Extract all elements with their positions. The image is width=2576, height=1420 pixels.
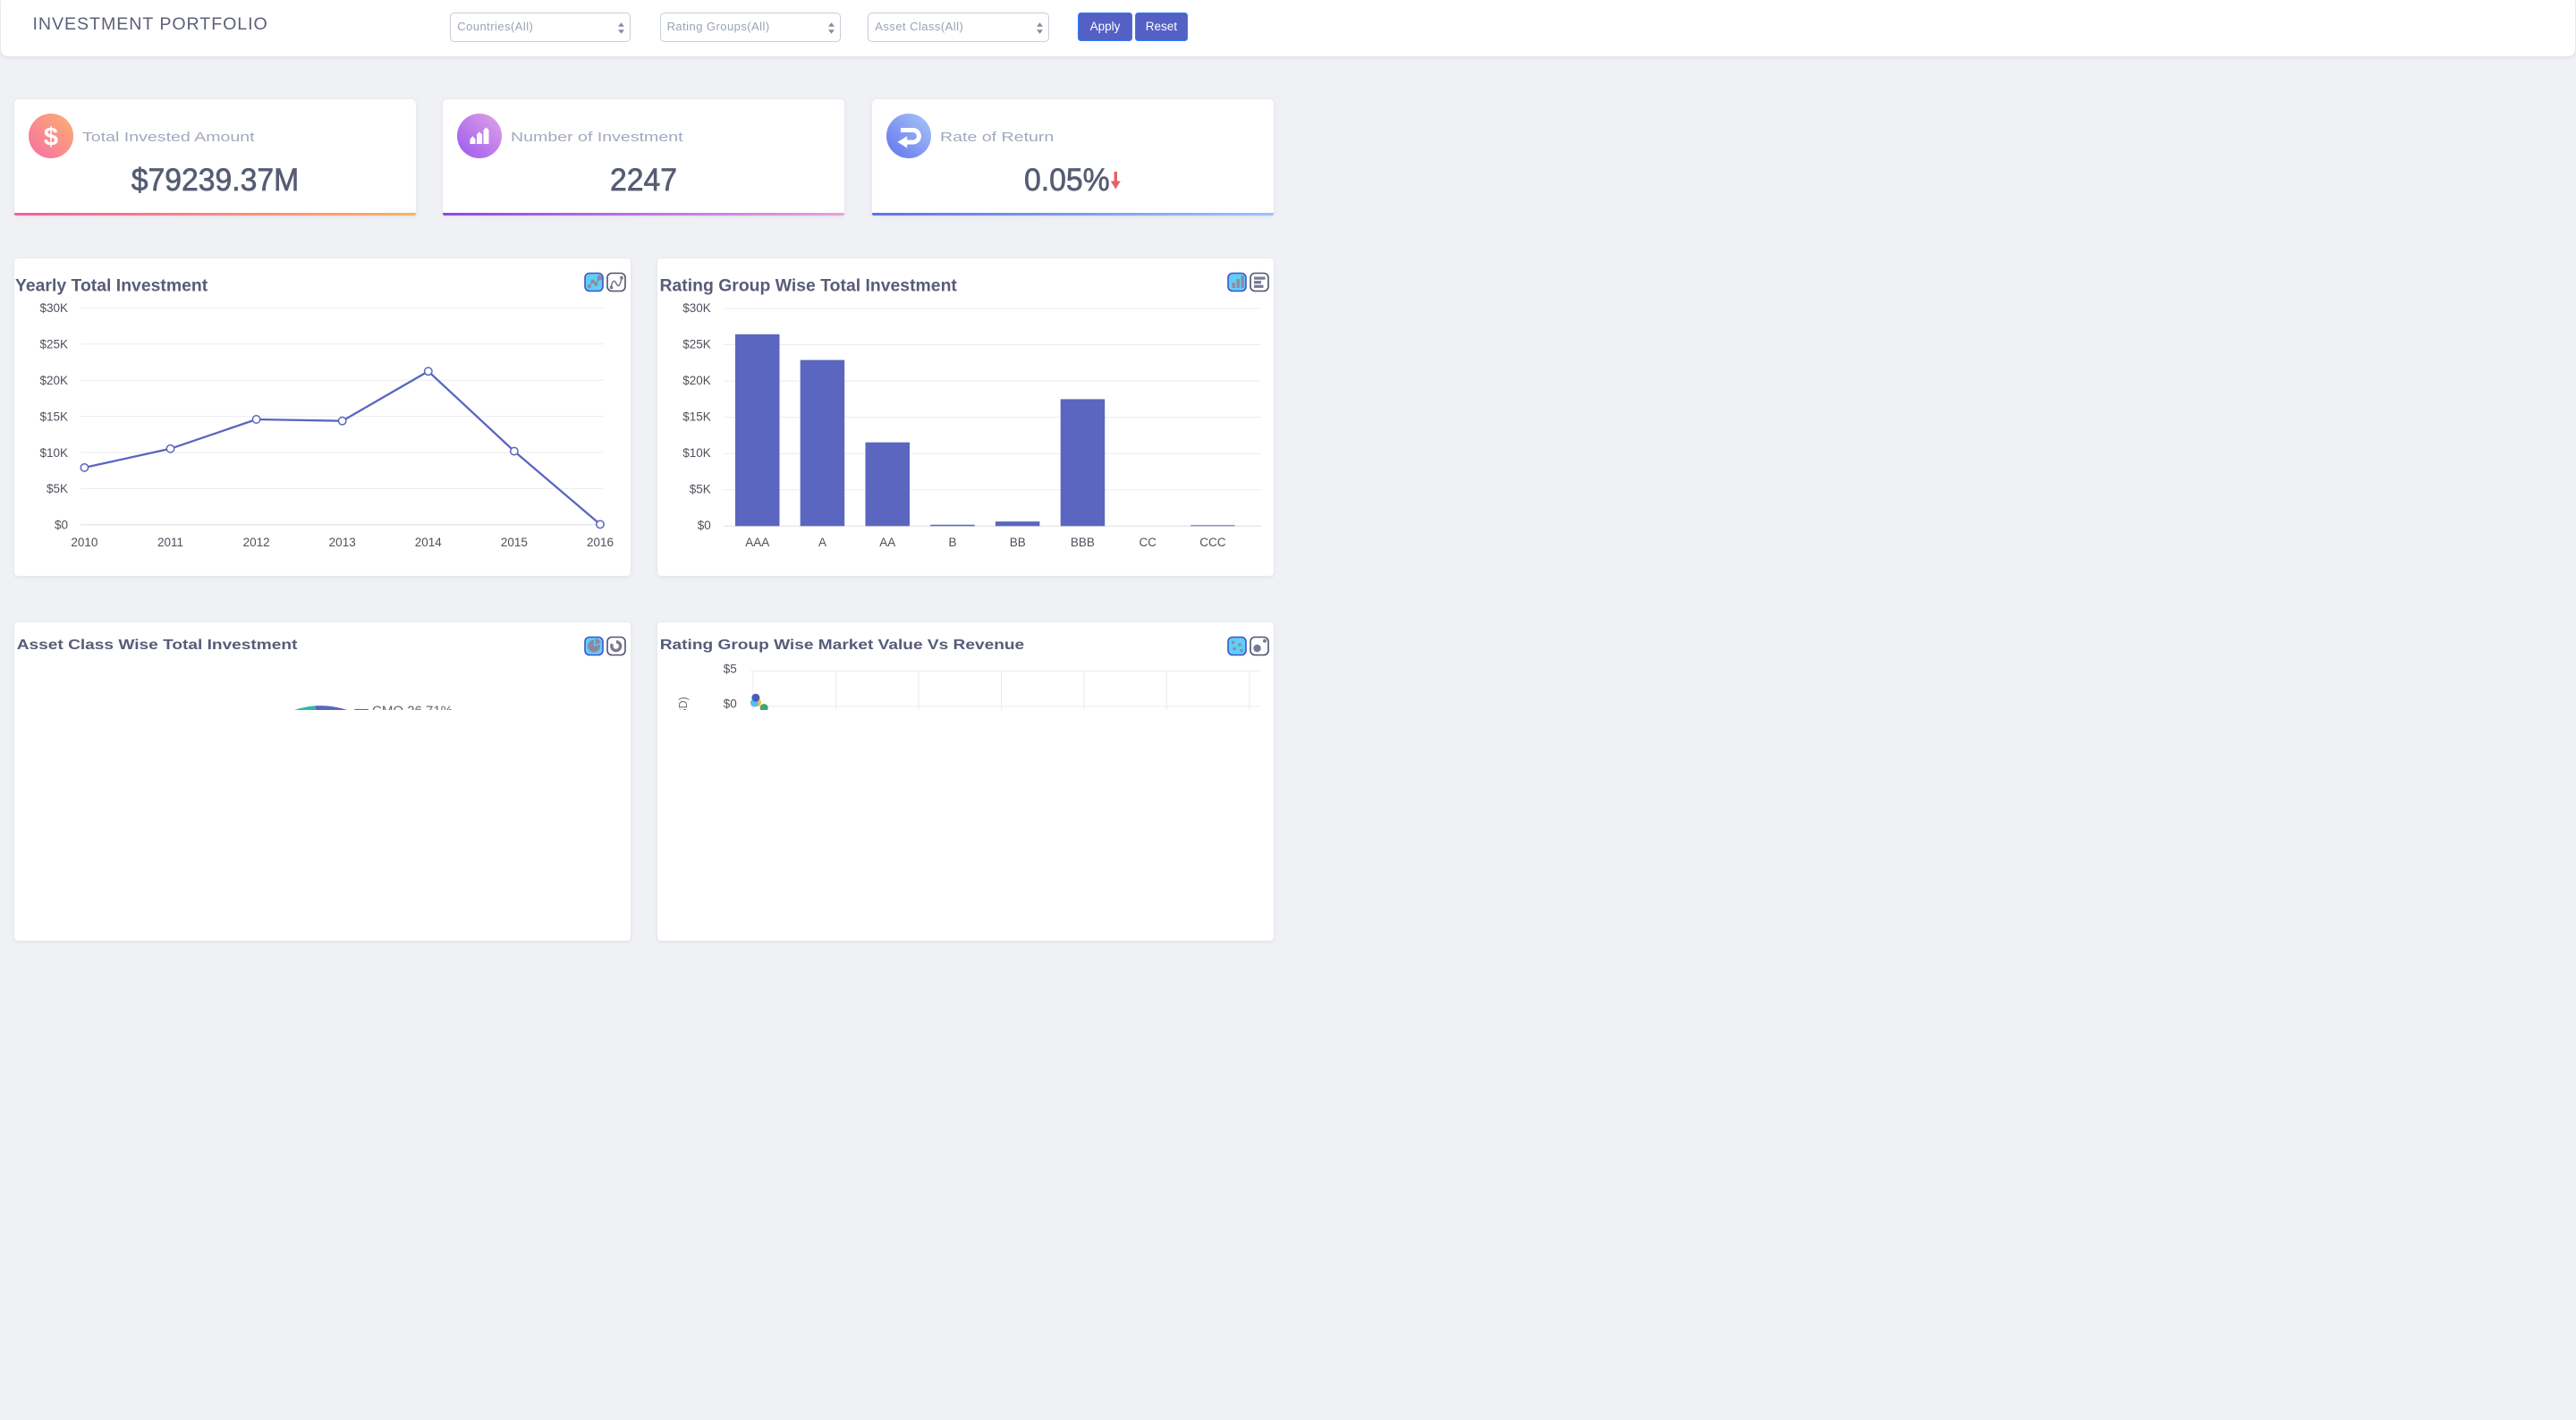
svg-text:Asset Class Wise Total Investm: Asset Class Wise Total Investment <box>17 637 298 653</box>
svg-text:$5: $5 <box>724 663 737 676</box>
svg-text:2012: 2012 <box>243 535 270 548</box>
svg-text:$0: $0 <box>698 519 711 532</box>
svg-text:$30K: $30K <box>39 301 68 315</box>
svg-text:$0: $0 <box>55 518 68 531</box>
svg-text:Rating Group Wise Market Value: Rating Group Wise Market Value Vs Revenu… <box>660 637 1025 653</box>
svg-text:$20K: $20K <box>682 373 711 386</box>
svg-text:$10K: $10K <box>39 445 68 459</box>
svg-text:CMO 26.71%: CMO 26.71% <box>372 704 453 711</box>
svg-text:BB: BB <box>1010 535 1026 548</box>
svg-text:AA: AA <box>879 535 895 548</box>
svg-text:$10K: $10K <box>682 446 711 460</box>
svg-text:B: B <box>948 535 956 548</box>
svg-text:$25K: $25K <box>682 337 711 351</box>
svg-text:$30K: $30K <box>682 300 711 314</box>
svg-text:2016: 2016 <box>587 535 614 548</box>
svg-text:Rating Group Wise Total Invest: Rating Group Wise Total Investment <box>660 275 958 295</box>
svg-text:$5K: $5K <box>47 482 68 495</box>
svg-text:$5K: $5K <box>690 482 711 495</box>
svg-text:CC: CC <box>1139 535 1157 548</box>
svg-text:2010: 2010 <box>71 535 97 548</box>
svg-text:Revenue in Million (USD): Revenue in Million (USD) <box>677 697 690 711</box>
svg-text:$20K: $20K <box>39 374 68 387</box>
svg-text:$15K: $15K <box>39 410 68 423</box>
svg-text:2015: 2015 <box>501 535 528 548</box>
svg-text:$15K: $15K <box>682 410 711 423</box>
svg-text:A: A <box>818 535 826 548</box>
svg-text:2013: 2013 <box>329 535 356 548</box>
svg-text:AAA: AAA <box>745 535 769 548</box>
svg-text:$: $ <box>44 123 58 151</box>
svg-text:$0: $0 <box>724 697 737 711</box>
svg-text:Yearly Total Investment: Yearly Total Investment <box>15 275 208 295</box>
svg-text:2014: 2014 <box>415 535 443 548</box>
svg-text:2011: 2011 <box>157 535 183 548</box>
svg-text:BBB: BBB <box>1071 535 1095 548</box>
svg-text:$25K: $25K <box>39 337 68 351</box>
svg-text:CCC: CCC <box>1199 535 1225 548</box>
